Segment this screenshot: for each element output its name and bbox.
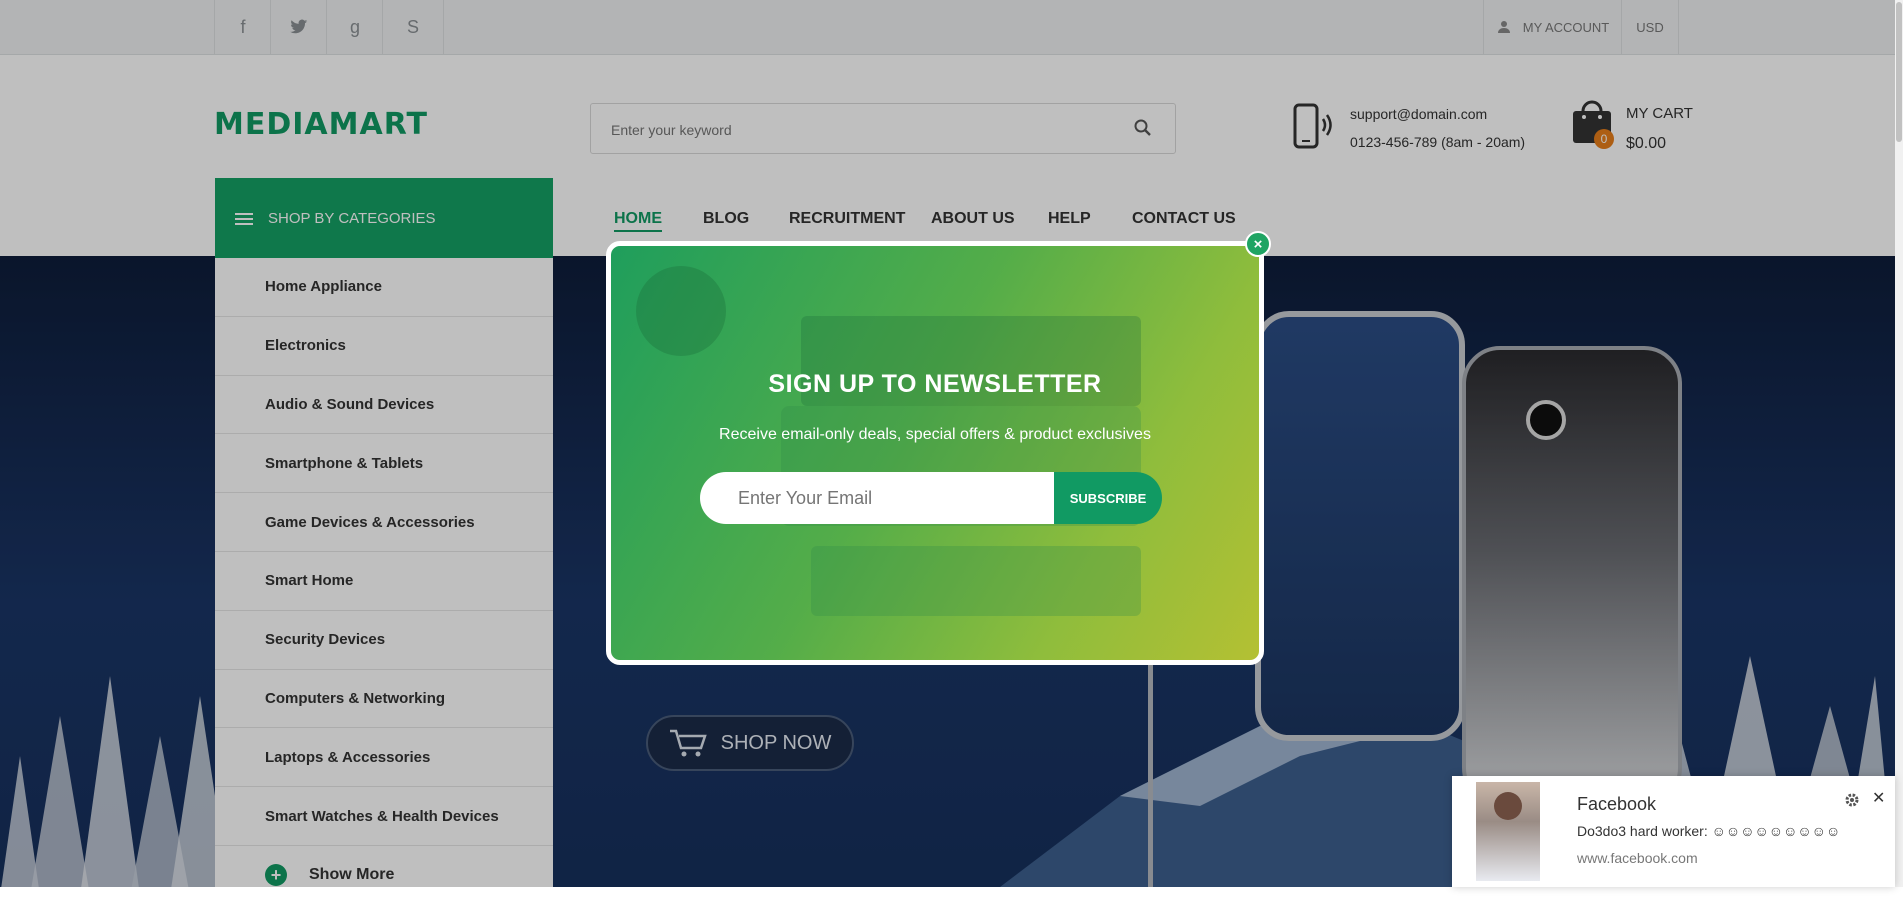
browser-notification[interactable]: Facebook Do3do3 hard worker: ☺☺☺☺☺☺☺☺☺ w…	[1452, 776, 1895, 887]
scrollbar-track[interactable]	[1895, 0, 1903, 887]
notification-message: Do3do3 hard worker: ☺☺☺☺☺☺☺☺☺	[1577, 823, 1841, 839]
subscribe-button[interactable]: SUBSCRIBE	[1054, 472, 1162, 524]
laptop-graphic	[781, 316, 1141, 616]
close-icon: ×	[1253, 235, 1263, 253]
notification-url: www.facebook.com	[1577, 850, 1698, 866]
gear-icon[interactable]	[1844, 792, 1860, 808]
scrollbar-thumb[interactable]	[1896, 2, 1902, 142]
avatar	[1476, 782, 1540, 881]
close-notification-icon[interactable]: ✕	[1872, 788, 1885, 808]
plant-graphic	[636, 266, 726, 356]
newsletter-modal	[606, 241, 1264, 665]
newsletter-email-input[interactable]	[700, 472, 1056, 524]
close-modal-button[interactable]: ×	[1245, 231, 1271, 257]
notification-source: Facebook	[1577, 794, 1657, 814]
newsletter-subtitle: Receive email-only deals, special offers…	[719, 426, 1151, 443]
newsletter-title: SIGN UP TO NEWSLETTER	[768, 370, 1102, 398]
